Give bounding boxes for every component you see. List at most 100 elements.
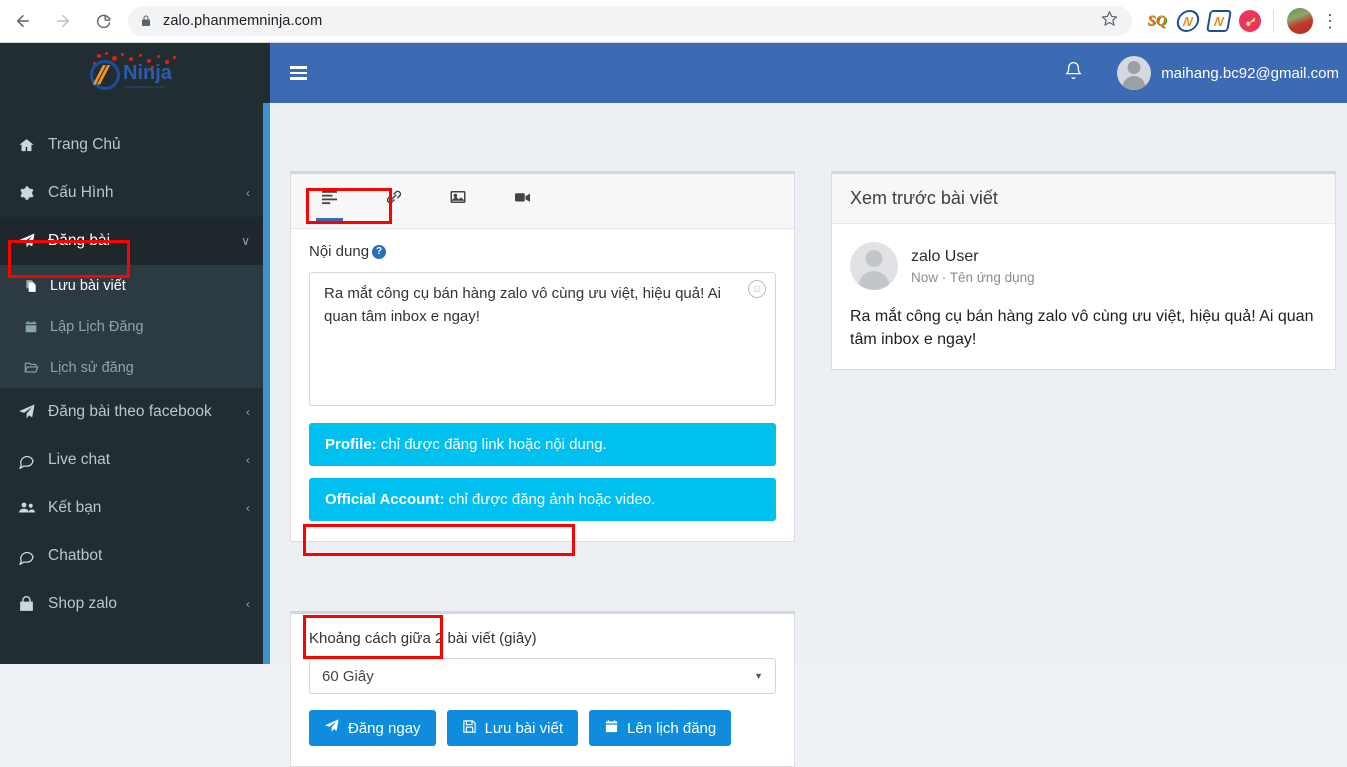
sidebar-label: Cấu Hình	[48, 184, 114, 201]
sq-extension-icon[interactable]: SQ	[1142, 6, 1172, 36]
tab-text[interactable]	[311, 182, 348, 221]
post-now-button[interactable]: Đăng ngay	[309, 710, 436, 746]
preview-text: Ra mắt công cụ bán hàng zalo vô cùng ưu …	[850, 308, 1314, 349]
chrome-menu-kebab-icon[interactable]: ⋮	[1319, 11, 1341, 32]
forward-arrow-icon[interactable]	[46, 4, 80, 38]
sidebar-scrollbar[interactable]	[263, 103, 270, 664]
app-header: maihang.bc92@gmail.com	[270, 43, 1347, 103]
paper-plane-icon	[18, 232, 44, 250]
calendar-icon	[24, 320, 50, 334]
save-post-button[interactable]: Lưu bài viết	[446, 710, 578, 746]
ninja-extension-icon[interactable]: N	[1173, 6, 1203, 36]
tab-link[interactable]	[376, 182, 412, 221]
comment-icon	[18, 452, 44, 469]
alert-profile-strong: Profile:	[325, 436, 377, 453]
save-post-label: Lưu bài viết	[484, 719, 563, 737]
alert-oa-strong: Official Account:	[325, 491, 445, 508]
sidebar-item-lich-su-dang[interactable]: Lịch sử đăng	[0, 347, 270, 388]
sidebar-item-ket-ban[interactable]: Kết bạn ‹	[0, 484, 270, 532]
interval-select[interactable]: 60 Giây ▼	[309, 658, 776, 694]
preview-meta: Now · Tên ứng dụng	[911, 269, 1035, 285]
sidebar-item-live-chat[interactable]: Live chat ‹	[0, 436, 270, 484]
notification-bell-icon[interactable]	[1064, 61, 1083, 86]
calendar-icon	[604, 719, 619, 738]
chrome-profile-avatar[interactable]	[1287, 8, 1313, 34]
comment-icon	[18, 548, 44, 565]
sidebar-submenu-dang-bai: Lưu bài viết Lập Lịch Đăng Lịch sử đăng	[0, 265, 270, 388]
sidebar: // Ninja phanmemninja.com Trang Chủ Cấu …	[0, 43, 270, 664]
sidebar-item-dang-bai[interactable]: Đăng bài ∨	[0, 217, 270, 265]
folder-open-icon	[24, 360, 50, 375]
chevron-left-icon: ‹	[246, 186, 250, 200]
interval-selected-value: 60 Giây	[322, 667, 374, 685]
alert-profile: Profile: chỉ được đăng link hoặc nội dun…	[309, 423, 776, 466]
bookmark-star-icon[interactable]	[1101, 10, 1120, 32]
hamburger-menu-icon[interactable]	[290, 66, 307, 80]
sidebar-item-lap-lich-dang[interactable]: Lập Lịch Đăng	[0, 306, 270, 347]
paper-plane-icon	[324, 718, 340, 738]
sidebar-label: Live chat	[48, 451, 111, 468]
user-email-label: maihang.bc92@gmail.com	[1161, 64, 1339, 82]
copy-files-icon	[24, 279, 50, 293]
shop-bag-icon	[18, 595, 44, 613]
editor-body: Nội dung ? ☺ Profile: chỉ được đăng link…	[291, 229, 794, 541]
paper-plane-icon	[18, 403, 44, 421]
interval-label: Khoảng cách giữa 2 bài viết (giây)	[309, 630, 537, 647]
preview-user-name: zalo User	[911, 247, 979, 265]
alert-official-account: Official Account: chỉ được đăng ảnh hoặc…	[309, 478, 776, 521]
content-field-label: Nội dung ?	[309, 243, 387, 260]
sidebar-menu: Trang Chủ Cấu Hình ‹ Đăng bài ∨ Lưu bài …	[0, 121, 270, 628]
tab-video[interactable]	[504, 182, 541, 221]
sidebar-label: Đăng bài	[48, 232, 111, 249]
content-label-text: Nội dung	[309, 243, 370, 260]
app-logo[interactable]: // Ninja phanmemninja.com	[0, 43, 270, 105]
key-extension-icon[interactable]	[1235, 6, 1265, 36]
content-textarea-wrap: ☺	[309, 272, 776, 411]
sidebar-label: Chatbot	[48, 547, 103, 564]
post-preview-card: Xem trước bài viết zalo User Now · Tên ứ…	[831, 171, 1336, 371]
preview-user: zalo User Now · Tên ứng dụng	[850, 242, 1317, 290]
user-account-menu[interactable]: maihang.bc92@gmail.com	[1117, 56, 1339, 90]
alert-oa-text: chỉ được đăng ảnh hoặc video.	[444, 491, 656, 508]
alert-profile-text: chỉ được đăng link hoặc nội dung.	[376, 436, 607, 453]
ninja-extension-icon-2[interactable]: N	[1204, 6, 1234, 36]
submenu-label: Lịch sử đăng	[50, 359, 134, 376]
schedule-post-button[interactable]: Lên lịch đăng	[588, 710, 732, 746]
sidebar-item-luu-bai-viet[interactable]: Lưu bài viết	[0, 265, 270, 306]
submenu-label: Lưu bài viết	[50, 277, 126, 294]
post-editor-card: Nội dung ? ☺ Profile: chỉ được đăng link…	[290, 171, 795, 542]
sidebar-item-cau-hinh[interactable]: Cấu Hình ‹	[0, 169, 270, 217]
preview-title: Xem trước bài viết	[832, 174, 1335, 224]
submenu-label: Lập Lịch Đăng	[50, 318, 144, 335]
sidebar-item-shop-zalo[interactable]: Shop zalo ‹	[0, 580, 270, 628]
chevron-down-icon: ∨	[241, 234, 250, 248]
user-avatar	[1117, 56, 1152, 90]
url-text: zalo.phanmemninja.com	[163, 13, 323, 29]
chevron-left-icon: ‹	[246, 453, 250, 467]
schedule-post-label: Lên lịch đăng	[626, 719, 717, 737]
sidebar-item-trang-chu[interactable]: Trang Chủ	[0, 121, 270, 169]
question-mark-icon[interactable]: ?	[372, 244, 387, 259]
save-disk-icon	[462, 719, 477, 738]
lock-icon	[140, 14, 152, 28]
editor-tabs	[291, 174, 794, 229]
smiley-face-icon[interactable]: ☺	[748, 280, 766, 298]
sidebar-item-dang-bai-theo-facebook[interactable]: Đăng bài theo facebook ‹	[0, 388, 270, 436]
chevron-left-icon: ‹	[246, 597, 250, 611]
preview-user-info: zalo User Now · Tên ứng dụng	[911, 248, 1035, 285]
sidebar-item-chatbot[interactable]: Chatbot	[0, 532, 270, 580]
back-arrow-icon[interactable]	[6, 4, 40, 38]
logo-text: Ninja	[123, 62, 172, 84]
post-now-label: Đăng ngay	[348, 719, 421, 737]
reload-icon[interactable]	[86, 4, 120, 38]
browser-toolbar: zalo.phanmemninja.com SQ N N ⋮	[0, 0, 1347, 43]
content-input[interactable]	[309, 272, 776, 406]
preview-body: zalo User Now · Tên ứng dụng Ra mắt công…	[832, 224, 1335, 369]
app-shell: // Ninja phanmemninja.com Trang Chủ Cấu …	[0, 43, 1347, 767]
sidebar-label: Trang Chủ	[48, 136, 121, 153]
tab-image[interactable]	[440, 182, 476, 221]
action-buttons: Đăng ngay Lưu bài viết Lên lịch đăng	[309, 710, 776, 746]
address-bar[interactable]: zalo.phanmemninja.com	[128, 6, 1132, 36]
sidebar-label: Shop zalo	[48, 595, 117, 612]
main-content: Nội dung ? ☺ Profile: chỉ được đăng link…	[270, 103, 1347, 767]
